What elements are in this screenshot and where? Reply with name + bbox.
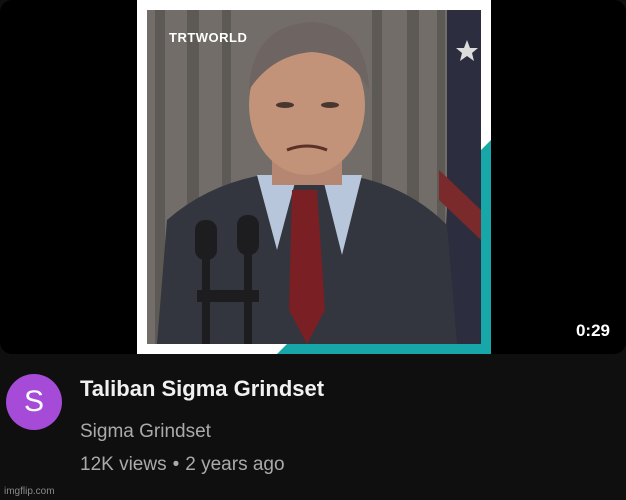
- channel-name[interactable]: Sigma Grindset: [80, 421, 211, 443]
- site-watermark: imgflip.com: [4, 486, 55, 497]
- view-count: 12K views: [80, 454, 167, 475]
- video-title[interactable]: Taliban Sigma Grindset: [80, 376, 324, 402]
- speaker-illustration: [147, 10, 481, 344]
- thumbnail-frame: TRTWORLD: [137, 0, 491, 354]
- video-still: TRTWORLD: [147, 10, 481, 344]
- video-metadata: 12K views • 2 years ago: [80, 454, 285, 476]
- channel-avatar[interactable]: S: [6, 374, 62, 430]
- duration-badge: 0:29: [569, 318, 616, 344]
- page: TRTWORLD 0:29 S Taliban Sigma Grindset S…: [0, 0, 626, 500]
- meta-separator: •: [172, 454, 180, 475]
- upload-age: 2 years ago: [185, 454, 285, 475]
- avatar-letter: S: [23, 385, 44, 418]
- video-thumbnail[interactable]: TRTWORLD 0:29: [0, 0, 626, 354]
- brand-watermark: TRTWORLD: [169, 30, 248, 45]
